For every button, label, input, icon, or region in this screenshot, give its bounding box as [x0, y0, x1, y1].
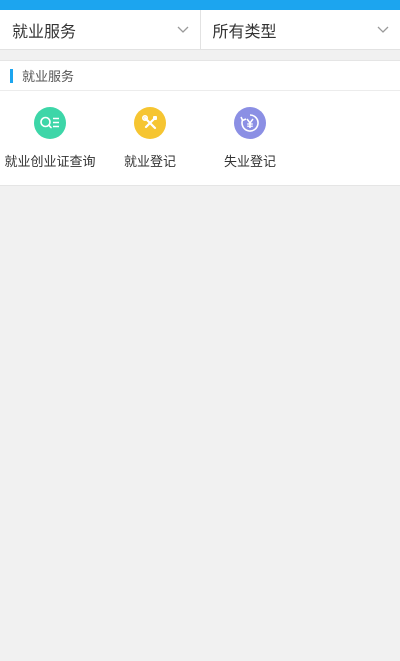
service-label: 就业创业证查询: [4, 155, 96, 170]
service-certificate-query[interactable]: 就业创业证查询: [0, 107, 100, 185]
service-label: 失业登记: [223, 155, 276, 170]
certificate-search-icon: [34, 107, 66, 139]
type-dropdown[interactable]: 所有类型: [199, 10, 400, 49]
type-dropdown-label: 所有类型: [212, 21, 277, 41]
category-dropdown[interactable]: 就业服务: [0, 10, 200, 49]
yuan-refresh-icon: [234, 107, 266, 139]
tools-icon: [134, 107, 166, 139]
filter-bar: 就业服务 所有类型: [0, 10, 400, 50]
chevron-down-icon: [176, 23, 190, 37]
section-accent-bar: [10, 68, 13, 83]
section-header: 就业服务: [0, 61, 400, 91]
section-title: 就业服务: [22, 70, 75, 85]
status-strip: [0, 0, 400, 10]
service-label: 就业登记: [123, 155, 176, 170]
category-dropdown-label: 就业服务: [12, 21, 77, 41]
chevron-down-icon: [376, 23, 390, 37]
service-unemployment-registration[interactable]: 失业登记: [200, 107, 300, 185]
spacer: [0, 50, 400, 60]
employment-services-section: 就业服务 就业创业证查询 就业登记 失业登记: [0, 60, 400, 186]
service-employment-registration[interactable]: 就业登记: [100, 107, 200, 185]
service-grid: 就业创业证查询 就业登记 失业登记: [0, 91, 400, 185]
